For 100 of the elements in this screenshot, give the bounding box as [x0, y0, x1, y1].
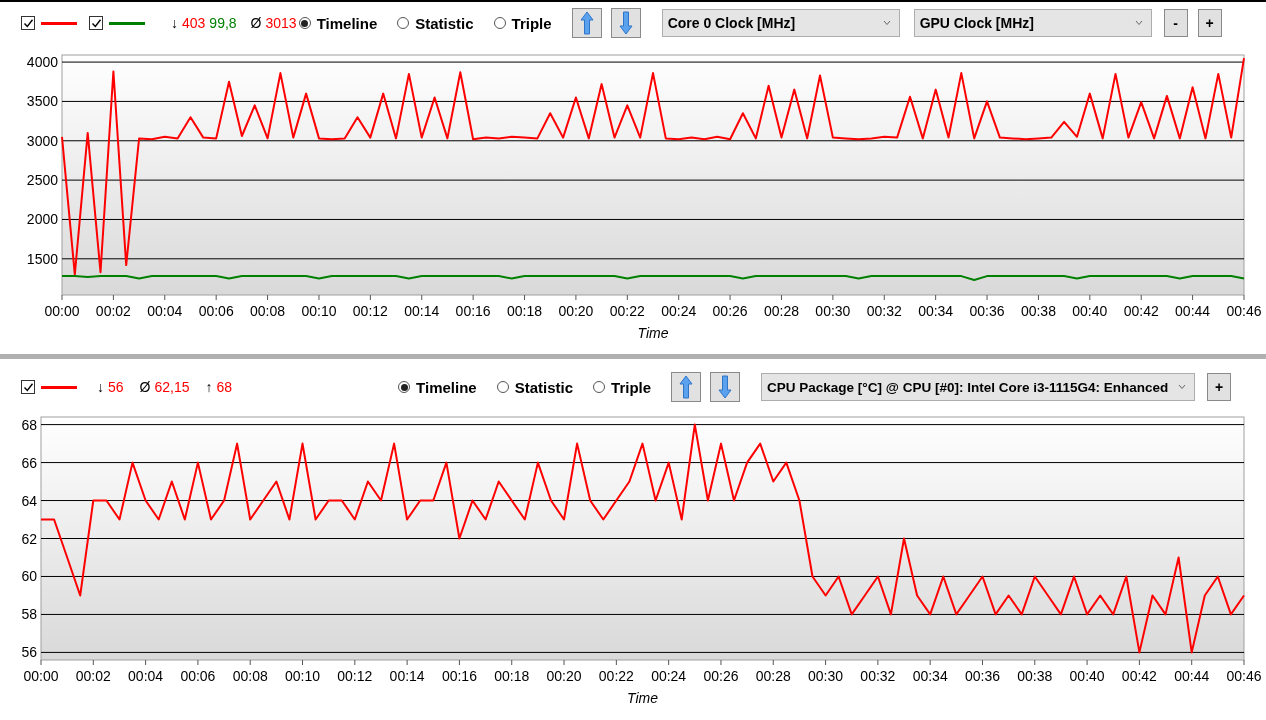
stat-value: 62,15	[154, 379, 190, 395]
zoom-button[interactable]: +	[1197, 9, 1222, 37]
axis-tick-label: 2000	[26, 211, 58, 228]
stat-symbol: ↓	[97, 379, 104, 395]
axis-tick-label: 00:30	[815, 303, 851, 319]
view-mode-radio[interactable]: Statistic	[397, 14, 474, 32]
view-mode-radio[interactable]: Timeline	[398, 378, 477, 396]
stat-symbol: ↑	[205, 379, 213, 395]
axis-tick-label: 4000	[26, 54, 58, 71]
axis-tick-label: 00:00	[23, 668, 59, 684]
view-mode-radio[interactable]: Triple	[593, 378, 652, 396]
axis-tick-label: 00:32	[866, 303, 902, 319]
axis-tick-label: 00:22	[598, 668, 634, 684]
axis-tick-label: 00:04	[128, 668, 164, 684]
axis-tick-label: 1500	[26, 250, 58, 267]
series-checkbox[interactable]	[89, 16, 103, 30]
axis-tick-label: 00:14	[404, 303, 440, 319]
zoom-button[interactable]: -	[1163, 9, 1188, 37]
axis-tick-label: 00:08	[232, 668, 268, 684]
radio-indicator[interactable]	[496, 381, 509, 393]
axis-tick-label: 00:40	[1069, 668, 1105, 684]
stat-value: 3013	[265, 15, 297, 31]
axis-tick-label: 56	[21, 644, 37, 661]
radio-indicator[interactable]	[398, 381, 411, 393]
arrow-down-icon	[618, 11, 633, 35]
axis-tick-label: 00:20	[558, 303, 594, 319]
axis-tick-label: 68	[21, 416, 37, 433]
sensor-dropdown[interactable]: GPU Clock [MHz]	[913, 9, 1152, 37]
axis-tick-label: 2500	[26, 172, 58, 189]
axis-tick-label: 00:36	[969, 303, 1005, 319]
zoom-button[interactable]: +	[1207, 373, 1232, 401]
axis-tick-label: 00:32	[860, 668, 896, 684]
axis-tick-label: 00:22	[609, 303, 645, 319]
view-mode-radio[interactable]: Statistic	[496, 378, 574, 396]
axis-tick-label: 00:46	[1226, 668, 1262, 684]
axis-tick-label: 00:18	[494, 668, 530, 684]
sensor-dropdown[interactable]: CPU Package [°C] @ CPU [#0]: Intel Core i3-1115G4: Enhanced	[761, 373, 1196, 401]
series-checkbox[interactable]	[21, 16, 35, 30]
axis-tick-label: 00:02	[95, 303, 131, 319]
axis-tick-label: 00:34	[918, 303, 954, 319]
axis-tick-label: 00:16	[441, 668, 477, 684]
axis-tick-label: 00:42	[1121, 668, 1157, 684]
axis-tick-label: 00:10	[301, 303, 337, 319]
radio-indicator[interactable]	[397, 17, 410, 29]
axis-tick-label: 00:12	[352, 303, 388, 319]
caret-icon	[882, 20, 891, 26]
axis-tick-label: 00:00	[44, 303, 80, 319]
caret-icon	[1178, 384, 1187, 390]
view-mode-radio[interactable]: Timeline	[298, 14, 378, 32]
move-up-button[interactable]	[671, 372, 702, 402]
axis-tick-label: 00:12	[337, 668, 373, 684]
move-down-button[interactable]	[710, 372, 741, 402]
caret-icon	[1134, 20, 1143, 26]
stat-symbol: ↓	[171, 15, 178, 31]
arrow-up-icon	[679, 375, 694, 399]
arrow-up-icon	[579, 11, 594, 35]
sensor-dropdown[interactable]: Core 0 Clock [MHz]	[661, 9, 900, 37]
arrow-down-icon	[718, 375, 733, 399]
axis-tick-label: 00:38	[1020, 303, 1056, 319]
radio-indicator[interactable]	[493, 17, 506, 29]
axis-tick-label: 00:40	[1072, 303, 1108, 319]
axis-tick-label: 00:10	[285, 668, 321, 684]
axis-tick-label: 00:36	[964, 668, 1000, 684]
axis-title: Time	[637, 325, 669, 341]
move-up-button[interactable]	[571, 8, 602, 38]
move-down-button[interactable]	[610, 8, 641, 38]
radio-indicator[interactable]	[593, 381, 606, 393]
axis-tick-label: 00:44	[1175, 303, 1211, 319]
axis-tick-label: 00:18	[507, 303, 543, 319]
series-checkbox[interactable]	[21, 380, 35, 394]
axis-tick-label: 00:28	[755, 668, 791, 684]
axis-tick-label: 00:28	[763, 303, 799, 319]
axis-tick-label: 3000	[26, 132, 58, 149]
axis-tick-label: 00:38	[1017, 668, 1053, 684]
axis-title: Time	[627, 690, 658, 706]
axis-tick-label: 00:08	[250, 303, 286, 319]
axis-tick-label: 00:14	[389, 668, 425, 684]
axis-tick-label: 00:34	[912, 668, 948, 684]
radio-indicator[interactable]	[298, 17, 311, 29]
axis-tick-label: 00:04	[147, 303, 183, 319]
axis-tick-label: 60	[21, 568, 37, 585]
stat-value: 68	[216, 379, 233, 395]
axis-tick-label: 62	[21, 530, 37, 547]
stat-symbol: Ø	[250, 15, 262, 31]
axis-tick-label: 00:06	[198, 303, 234, 319]
axis-tick-label: 00:20	[546, 668, 582, 684]
stat-symbol: Ø	[139, 379, 151, 395]
axis-tick-label: 00:06	[180, 668, 216, 684]
axis-tick-label: 00:44	[1174, 668, 1210, 684]
axis-tick-label: 66	[21, 454, 37, 471]
axis-tick-label: 00:24	[651, 668, 687, 684]
axis-tick-label: 00:26	[712, 303, 748, 319]
axis-tick-label: 00:16	[455, 303, 491, 319]
axis-tick-label: 00:42	[1123, 303, 1159, 319]
axis-tick-label: 3500	[26, 93, 58, 110]
view-mode-radio[interactable]: Triple	[493, 14, 552, 32]
stat-value: 403	[182, 15, 206, 31]
axis-tick-label: 00:30	[808, 668, 844, 684]
axis-tick-label: 00:02	[75, 668, 111, 684]
stat-value: 56	[108, 379, 124, 395]
